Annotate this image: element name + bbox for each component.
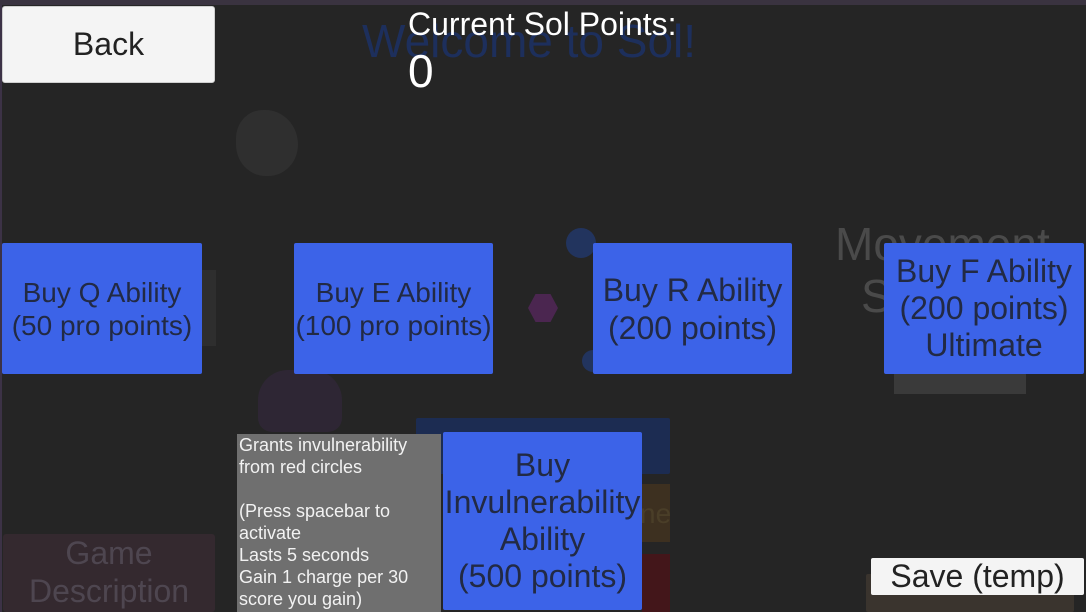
buy-f-ability-button[interactable]: Buy F Ability (200 points) Ultimate [884, 243, 1084, 374]
background-game-description-button: Game Description [3, 534, 215, 612]
background-game-description-label: Game Description [28, 535, 190, 609]
buy-e-ability-button[interactable]: Buy E Ability (100 pro points) [294, 243, 493, 374]
back-button[interactable]: Back [2, 6, 215, 83]
buy-invulnerability-label: Buy Invulnerability Ability (500 points) [444, 447, 641, 594]
buy-r-ability-button[interactable]: Buy R Ability (200 points) [593, 243, 792, 374]
buy-q-ability-label: Buy Q Ability (50 pro points) [11, 276, 193, 341]
background-blue-circle [566, 228, 596, 258]
sol-points-label: Current Sol Points: [408, 6, 677, 42]
buy-f-ability-label: Buy F Ability (200 points) Ultimate [895, 253, 1073, 363]
buy-invulnerability-ability-button[interactable]: Buy Invulnerability Ability (500 points) [443, 432, 642, 610]
background-grey-bar [894, 372, 1026, 394]
buy-r-ability-label: Buy R Ability (200 points) [602, 271, 783, 346]
background-ship-sprite [258, 370, 342, 432]
background-red-button [642, 554, 670, 612]
background-planet-sprite [236, 110, 298, 176]
ability-description-tooltip: Grants invulnerability from red circles … [237, 434, 441, 612]
background-orange-button-text: ne [640, 498, 672, 529]
sol-points-value: 0 [408, 45, 434, 97]
buy-q-ability-button[interactable]: Buy Q Ability (50 pro points) [2, 243, 202, 374]
save-button[interactable]: Save (temp) [871, 558, 1084, 595]
buy-e-ability-label: Buy E Ability (100 pro points) [295, 276, 492, 341]
